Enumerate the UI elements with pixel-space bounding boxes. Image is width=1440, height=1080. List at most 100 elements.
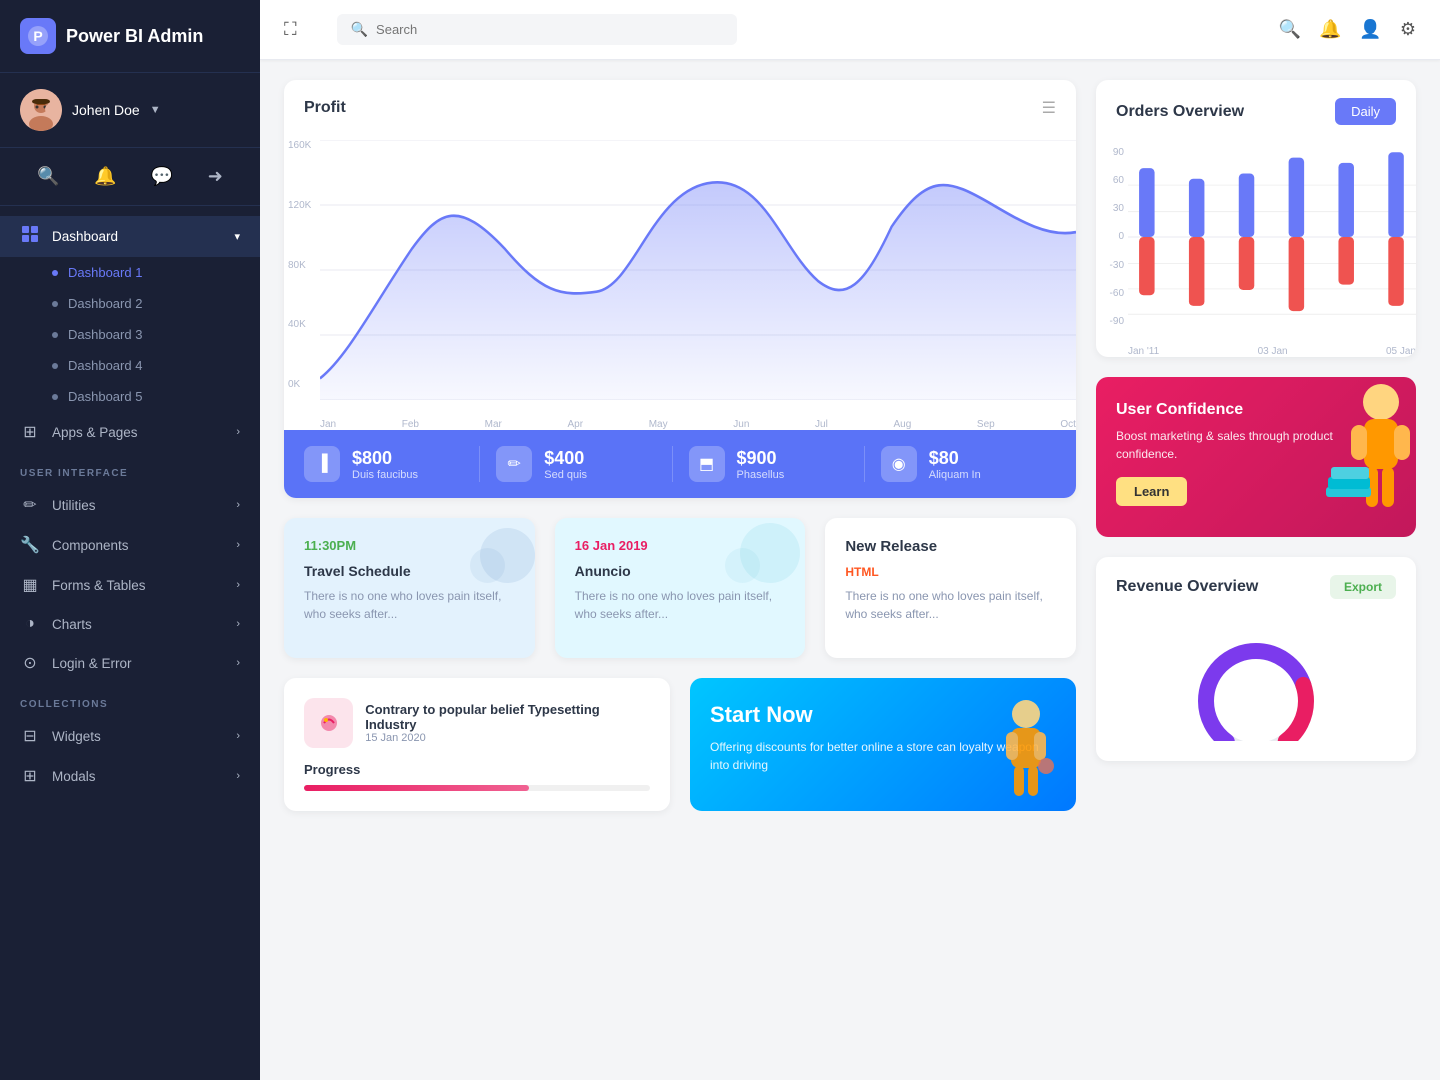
brand-icon: P bbox=[20, 18, 56, 54]
confidence-figure bbox=[1316, 377, 1416, 537]
news-icon-box bbox=[304, 698, 353, 748]
stat-icon-0: ▐ bbox=[304, 446, 340, 482]
collections-title: COLLECTIONS bbox=[0, 683, 260, 716]
anuncio-text: There is no one who loves pain itself, w… bbox=[575, 587, 786, 623]
orders-header: Orders Overview Daily bbox=[1096, 80, 1416, 137]
modals-label: Modals bbox=[52, 769, 224, 784]
new-release-badge: HTML bbox=[845, 565, 1056, 579]
utilities-arrow: › bbox=[236, 499, 240, 511]
login-arrow: › bbox=[236, 657, 240, 669]
news-header: Contrary to popular belief Typesetting I… bbox=[304, 698, 650, 748]
sidebar: P Power BI Admin Johen Doe ▼ 🔍 🔔 💬 ➜ bbox=[0, 0, 260, 1080]
login-label: Login & Error bbox=[52, 656, 224, 671]
sidebar-navigation: Dashboard ▾ Dashboard 1 Dashboard 2 Dash… bbox=[0, 206, 260, 1080]
progress-bar-bg bbox=[304, 785, 650, 791]
dashboard-label: Dashboard bbox=[52, 229, 222, 244]
sidebar-item-apps[interactable]: ⊞ Apps & Pages › bbox=[0, 412, 260, 452]
stat-label-2: Phasellus bbox=[737, 469, 785, 481]
dashboard5-label: Dashboard 5 bbox=[68, 389, 142, 404]
sidebar-item-dashboard5[interactable]: Dashboard 5 bbox=[0, 381, 260, 412]
stats-row: ▐ $800 Duis faucibus ✏ $400 Sed quis bbox=[284, 430, 1076, 498]
widgets-icon: ⊟ bbox=[20, 726, 40, 746]
orders-title: Orders Overview bbox=[1116, 103, 1244, 121]
profit-chart-svg bbox=[320, 140, 1076, 400]
profit-chart-area: 160K 120K 80K 40K 0K bbox=[284, 130, 1076, 430]
topbar-user-icon[interactable]: 👤 bbox=[1359, 19, 1381, 40]
sidebar-item-dashboard3[interactable]: Dashboard 3 bbox=[0, 319, 260, 350]
info-cards-row: 11:30PM Travel Schedule There is no one … bbox=[284, 518, 1076, 658]
sidebar-item-dashboard2[interactable]: Dashboard 2 bbox=[0, 288, 260, 319]
user-profile[interactable]: Johen Doe ▼ bbox=[0, 73, 260, 148]
stat-icon-1: ✏ bbox=[496, 446, 532, 482]
modals-icon: ⊞ bbox=[20, 766, 40, 786]
sidebar-item-dashboard[interactable]: Dashboard ▾ bbox=[0, 216, 260, 257]
stat-value-2: $900 bbox=[737, 448, 785, 469]
start-now-figure bbox=[986, 696, 1066, 811]
svg-text:P: P bbox=[33, 28, 42, 44]
news-card: Contrary to popular belief Typesetting I… bbox=[284, 678, 670, 811]
components-arrow: › bbox=[236, 539, 240, 551]
revenue-title: Revenue Overview bbox=[1116, 578, 1258, 596]
sidebar-item-login[interactable]: ⊙ Login & Error › bbox=[0, 643, 260, 683]
apps-icon: ⊞ bbox=[20, 422, 40, 442]
progress-bar-fill bbox=[304, 785, 529, 791]
sidebar-item-utilities[interactable]: ✏ Utilities › bbox=[0, 485, 260, 525]
nav-dot bbox=[52, 363, 58, 369]
orders-x-labels: Jan '11 03 Jan 05 Jan bbox=[1128, 346, 1416, 357]
travel-card: 11:30PM Travel Schedule There is no one … bbox=[284, 518, 535, 658]
charts-arrow: › bbox=[236, 618, 240, 630]
nav-dot bbox=[52, 270, 58, 276]
stat-icon-3: ◉ bbox=[881, 446, 917, 482]
topbar-bell-icon[interactable]: 🔔 bbox=[1319, 19, 1341, 40]
widgets-label: Widgets bbox=[52, 729, 224, 744]
avatar bbox=[20, 89, 62, 131]
modals-arrow: › bbox=[236, 770, 240, 782]
export-btn[interactable]: Export bbox=[1330, 575, 1396, 599]
orders-daily-btn[interactable]: Daily bbox=[1335, 98, 1396, 125]
stat-value-3: $80 bbox=[929, 448, 981, 469]
stat-value-0: $800 bbox=[352, 448, 418, 469]
topbar-settings-icon[interactable]: ⚙ bbox=[1400, 19, 1416, 40]
orders-chart-area: 90 60 30 0 -30 -60 -90 bbox=[1096, 137, 1416, 357]
charts-icon: ◑ bbox=[20, 615, 40, 633]
progress-label: Progress bbox=[304, 762, 650, 777]
profit-x-labels: Jan Feb Mar Apr May Jun Jul Aug Sep Oct bbox=[320, 419, 1076, 430]
profit-card-header: Profit ☰ bbox=[284, 80, 1076, 130]
topbar-icon-group: 🔍 🔔 👤 ⚙ bbox=[1279, 19, 1416, 40]
dashboard2-label: Dashboard 2 bbox=[68, 296, 142, 311]
profit-menu-icon[interactable]: ☰ bbox=[1042, 98, 1056, 118]
stat-info-0: $800 Duis faucibus bbox=[352, 448, 418, 481]
news-info: Contrary to popular belief Typesetting I… bbox=[365, 702, 650, 744]
learn-btn[interactable]: Learn bbox=[1116, 477, 1187, 506]
stat-item-3: ◉ $80 Aliquam In bbox=[865, 446, 1056, 482]
notification-icon[interactable]: 🔔 bbox=[86, 162, 124, 191]
search-icon[interactable]: 🔍 bbox=[29, 162, 67, 191]
dashboard-content: Profit ☰ 160K 120K 80K 40K 0K bbox=[260, 60, 1440, 1080]
sidebar-item-dashboard1[interactable]: Dashboard 1 bbox=[0, 257, 260, 288]
news-title: Contrary to popular belief Typesetting I… bbox=[365, 702, 650, 732]
sidebar-icon-bar: 🔍 🔔 💬 ➜ bbox=[0, 148, 260, 206]
dashboard4-label: Dashboard 4 bbox=[68, 358, 142, 373]
logout-icon[interactable]: ➜ bbox=[200, 162, 231, 191]
search-icon: 🔍 bbox=[351, 21, 368, 38]
dashboard1-label: Dashboard 1 bbox=[68, 265, 142, 280]
search-bar: 🔍 bbox=[337, 14, 737, 45]
sidebar-item-dashboard4[interactable]: Dashboard 4 bbox=[0, 350, 260, 381]
search-input[interactable] bbox=[376, 22, 596, 37]
sidebar-item-widgets[interactable]: ⊟ Widgets › bbox=[0, 716, 260, 756]
sidebar-item-modals[interactable]: ⊞ Modals › bbox=[0, 756, 260, 796]
expand-icon[interactable]: ⛶ bbox=[284, 19, 297, 40]
sidebar-item-components[interactable]: 🔧 Components › bbox=[0, 525, 260, 565]
user-name: Johen Doe bbox=[72, 102, 140, 118]
sidebar-item-forms[interactable]: ▦ Forms & Tables › bbox=[0, 565, 260, 605]
charts-label: Charts bbox=[52, 617, 224, 632]
topbar-search-icon[interactable]: 🔍 bbox=[1279, 19, 1301, 40]
nav-dot bbox=[52, 332, 58, 338]
stat-label-0: Duis faucibus bbox=[352, 469, 418, 481]
sidebar-item-charts[interactable]: ◑ Charts › bbox=[0, 605, 260, 643]
user-dropdown-icon: ▼ bbox=[150, 104, 161, 116]
widgets-arrow: › bbox=[236, 730, 240, 742]
orders-chart-svg bbox=[1128, 147, 1416, 327]
stat-label-3: Aliquam In bbox=[929, 469, 981, 481]
chat-icon[interactable]: 💬 bbox=[143, 162, 181, 191]
